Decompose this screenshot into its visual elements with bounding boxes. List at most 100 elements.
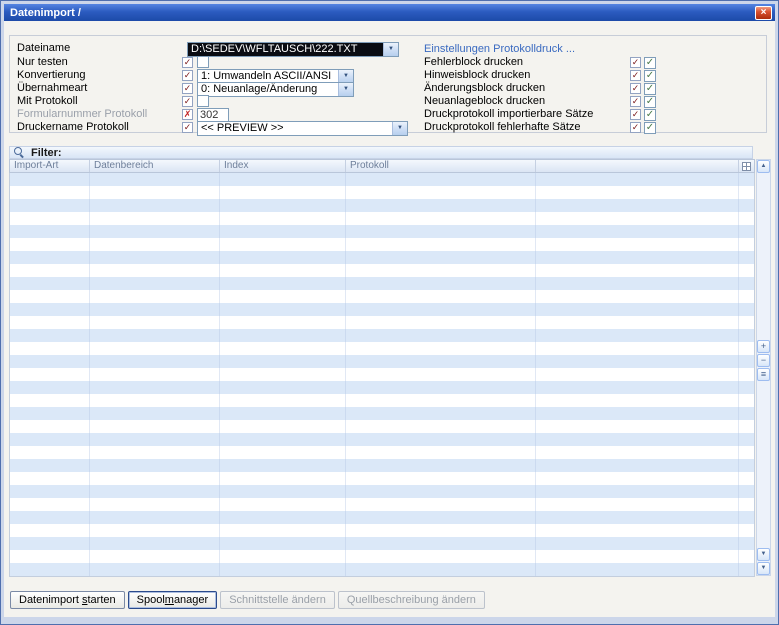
datenimport-starten-button[interactable]: Datenimport starten [10,591,125,609]
table-row[interactable] [10,238,754,251]
table-cell [10,537,90,550]
importierbare-saetze-checkbox[interactable]: ✓ [644,109,656,121]
scroll-down-button[interactable]: ▼ [757,548,770,561]
table-cell [90,303,220,316]
table-row[interactable] [10,407,754,420]
table-cell [10,563,90,576]
table-cell [739,459,754,472]
table-row[interactable] [10,199,754,212]
table-row[interactable] [10,277,754,290]
table-row[interactable] [10,498,754,511]
table-cell [90,355,220,368]
fehlerhafte-saetze-checkbox[interactable]: ✓ [644,122,656,134]
title-bar[interactable]: Datenimport / × [4,4,775,21]
field-marker-icon[interactable]: ✓ [630,96,641,107]
table-row[interactable] [10,433,754,446]
scroll-up-button[interactable]: ▲ [757,160,770,173]
field-marker-icon[interactable]: ✓ [630,109,641,120]
column-header-protokoll[interactable]: Protokoll [346,160,536,172]
table-row[interactable] [10,225,754,238]
table-row[interactable] [10,173,754,186]
table-row[interactable] [10,446,754,459]
table-cell [536,173,739,186]
field-marker-icon[interactable]: ✓ [182,96,193,107]
table-row[interactable] [10,524,754,537]
column-chooser-button[interactable] [739,160,754,172]
table-body[interactable] [9,173,755,577]
list-options-button[interactable]: ≡ [757,368,770,381]
table-row[interactable] [10,485,754,498]
dateiname-combobox[interactable]: D:\SEDEV\WFLTAUSCH\222.TXT ▼ [187,42,399,57]
table-row[interactable] [10,537,754,550]
table-cell [536,485,739,498]
table-cell [220,368,346,381]
table-row[interactable] [10,381,754,394]
table-cell [346,550,536,563]
zoom-in-button[interactable]: + [757,340,770,353]
table-cell [346,173,536,186]
field-marker-icon[interactable]: ✓ [630,83,641,94]
table-row[interactable] [10,212,754,225]
druckername-dropdown-button[interactable]: ▼ [392,122,407,135]
field-marker-icon[interactable]: ✗ [182,109,193,120]
table-row[interactable] [10,342,754,355]
table-cell [90,186,220,199]
column-header-datenbereich[interactable]: Datenbereich [90,160,220,172]
table-row[interactable] [10,472,754,485]
mit-protokoll-checkbox[interactable] [197,95,209,107]
column-header-empty[interactable] [536,160,739,172]
table-row[interactable] [10,563,754,576]
table-row[interactable] [10,303,754,316]
table-row[interactable] [10,355,754,368]
fehlerblock-checkbox[interactable]: ✓ [644,57,656,69]
table-cell [346,199,536,212]
table-row[interactable] [10,550,754,563]
table-row[interactable] [10,394,754,407]
table-cell [346,459,536,472]
filter-bar[interactable]: Filter: [9,146,753,159]
dateiname-dropdown-button[interactable]: ▼ [383,43,398,56]
column-header-index[interactable]: Index [220,160,346,172]
table-row[interactable] [10,264,754,277]
table-row[interactable] [10,368,754,381]
hinweisblock-checkbox[interactable]: ✓ [644,70,656,82]
table-cell [90,342,220,355]
field-marker-icon[interactable]: ✓ [182,83,193,94]
field-marker-icon[interactable]: ✓ [630,70,641,81]
table-cell [346,342,536,355]
table-cell [220,186,346,199]
close-button[interactable]: × [755,6,772,20]
table-row[interactable] [10,329,754,342]
table-row[interactable] [10,459,754,472]
table-row[interactable] [10,251,754,264]
field-marker-icon[interactable]: ✓ [182,122,193,133]
table-cell [10,394,90,407]
table-cell [90,277,220,290]
table-cell [346,446,536,459]
table-row[interactable] [10,511,754,524]
table-cell [10,524,90,537]
aenderungsblock-checkbox[interactable]: ✓ [644,83,656,95]
protokolldruck-header-link[interactable]: Einstellungen Protokolldruck ... [424,43,575,55]
field-marker-icon[interactable]: ✓ [182,70,193,81]
table-cell [346,381,536,394]
vertical-scrollbar[interactable]: ▲ + − ≡ ▼ ▼ [756,159,771,576]
druckername-combobox[interactable]: << PREVIEW >> ▼ [197,121,408,136]
table-row[interactable] [10,316,754,329]
table-row[interactable] [10,420,754,433]
column-header-import-art[interactable]: Import-Art [10,160,90,172]
table-row[interactable] [10,290,754,303]
table-row[interactable] [10,186,754,199]
table-cell [10,407,90,420]
nur-testen-label: Nur testen [17,56,68,69]
nur-testen-checkbox[interactable] [197,56,209,68]
table-cell [10,446,90,459]
spoolmanager-button[interactable]: Spoolmanager [128,591,218,609]
field-marker-icon[interactable]: ✓ [182,57,193,68]
zoom-out-button[interactable]: − [757,354,770,367]
neuanlageblock-checkbox[interactable]: ✓ [644,96,656,108]
table-cell [536,186,739,199]
field-marker-icon[interactable]: ✓ [630,122,641,133]
scroll-end-button[interactable]: ▼ [757,562,770,575]
field-marker-icon[interactable]: ✓ [630,57,641,68]
